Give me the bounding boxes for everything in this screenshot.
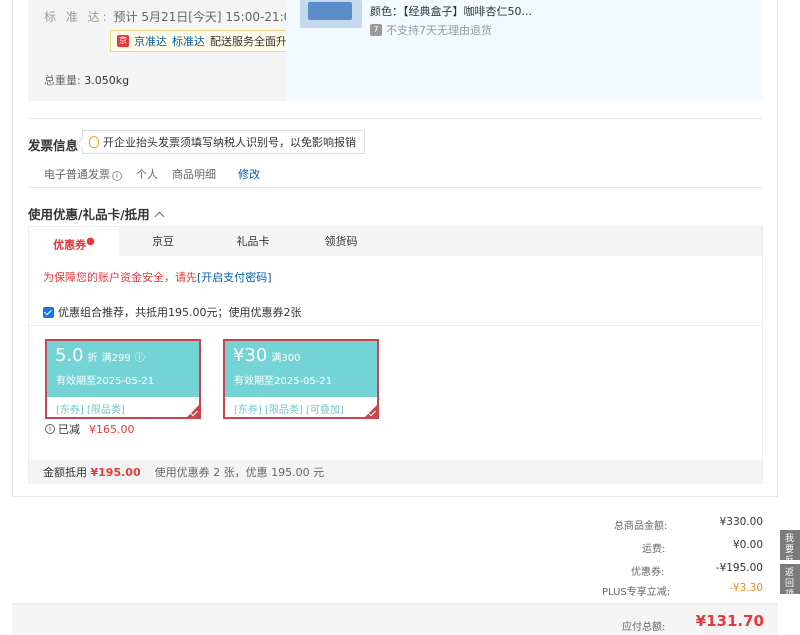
info-icon[interactable]: ⓘ <box>135 353 145 364</box>
coupon-card[interactable]: ¥30 满300 有效期至2025-05-21 [东券] [限品类] [可叠加] <box>223 339 379 419</box>
product-color: 颜色：【经典盒子】咖啡杏仁50... <box>370 5 532 18</box>
invoice-modify-link[interactable]: 修改 <box>238 166 260 182</box>
coupon-value: ¥30 <box>233 345 268 366</box>
combo-text: 优惠组合推荐，共抵用195.00元；使用优惠券2张 <box>58 306 302 319</box>
plus-discount-label: PLUS专享立减: <box>602 587 671 598</box>
tab-coupons-label: 优惠券 <box>53 238 87 252</box>
coupon-panel: 优惠券● 京豆 礼品卡 领货码 为保障您的账户资金安全，请先[开启支付密码] 优… <box>28 226 763 484</box>
feedback-button[interactable]: 我要反馈 <box>780 530 800 560</box>
payable-value: ¥131.70 <box>695 612 764 630</box>
enable-pay-password-link[interactable]: [开启支付密码] <box>197 271 272 284</box>
combo-checkbox[interactable] <box>43 306 54 318</box>
coupon-tabs: 优惠券● 京豆 礼品卡 领货码 <box>29 227 762 256</box>
coupon-amount: 5.0 折满299 ⓘ <box>55 345 145 366</box>
selected-check-icon <box>186 404 199 417</box>
payable-label: 应付总额: <box>622 622 666 633</box>
coupon-section-title: 使用优惠/礼品卡/抵用 <box>28 207 150 222</box>
weight-label: 总重量: <box>44 74 81 87</box>
badge-standard: 标准达 <box>172 35 205 48</box>
badge-brand: 京准达 <box>134 35 167 48</box>
coupon-unit: 折 <box>87 353 98 364</box>
invoice-content: 商品明细 <box>172 168 216 181</box>
security-warning: 为保障您的账户资金安全，请先[开启支付密码] <box>43 269 272 285</box>
red-dot-icon: ● <box>86 236 95 247</box>
coupon-expiry: 有效期至2025-05-21 <box>56 376 155 387</box>
discount-applied: i 已减 ¥165.00 <box>45 421 135 437</box>
coupon-condition: 满300 <box>271 353 301 364</box>
weight-value: 3.050kg <box>84 74 130 87</box>
info-icon[interactable]: i <box>112 171 122 181</box>
coupon-tags: [东券] [限品类] [可叠加] <box>234 405 344 416</box>
invoice-tip: 开企业抬头发票须填写纳税人识别号，以免影响报销 <box>82 130 365 154</box>
summary-label-text: 金额抵用 <box>43 466 87 479</box>
coupon-expiry: 有效期至2025-05-21 <box>234 376 333 387</box>
invoice-type-text: 电子普通发票 <box>44 168 110 181</box>
badge-text: 配送服务全面升级 <box>210 35 298 48</box>
coupon-face: 5.0 折满299 ⓘ 有效期至2025-05-21 <box>47 341 199 397</box>
coupon-card[interactable]: 5.0 折满299 ⓘ 有效期至2025-05-21 [东券] [限品类] <box>45 339 201 419</box>
info-icon[interactable]: i <box>45 424 55 434</box>
back-to-top-button[interactable]: 返回顶部 <box>780 564 800 594</box>
tab-redeem-code[interactable]: 领货码 <box>313 227 369 256</box>
warning-text: 为保障您的账户资金安全，请先 <box>43 271 197 284</box>
summary-label: 金额抵用 ¥195.00 <box>43 464 141 480</box>
coupon-summary: 金额抵用 ¥195.00 使用优惠券 2 张，优惠 195.00 元 <box>29 460 762 484</box>
jd-logo-icon: 京 <box>117 35 129 47</box>
no-return-icon: 7 <box>370 24 382 36</box>
divider <box>28 118 762 119</box>
goods-panel: 颜色：【经典盒子】咖啡杏仁50... 7 不支持7天无理由退货 <box>286 0 762 101</box>
divider <box>29 325 762 326</box>
plus-discount-value: -¥3.30 <box>729 582 763 594</box>
total-weight: 总重量: 3.050kg <box>44 72 129 88</box>
invoice-holder: 个人 <box>136 168 158 181</box>
coupon-total-label: 优惠券: <box>631 567 665 578</box>
tab-gift-card[interactable]: 礼品卡 <box>225 227 281 256</box>
delivery-panel: 标 准 达: 预计 5月21日[今天] 15:00-21:00 送达 修改 京 … <box>28 0 361 101</box>
coupon-amount: ¥30 满300 <box>233 345 300 366</box>
coupon-total-value: -¥195.00 <box>715 562 763 574</box>
tab-coupons[interactable]: 优惠券● <box>29 227 119 256</box>
used-label: 已减 <box>58 423 80 436</box>
delivery-label: 标 准 达: <box>44 10 110 24</box>
coupon-value: 5.0 <box>55 345 84 366</box>
used-value: ¥165.00 <box>89 422 135 436</box>
combo-recommend[interactable]: 优惠组合推荐，共抵用195.00元；使用优惠券2张 <box>43 304 302 320</box>
tab-jingdou[interactable]: 京豆 <box>135 227 191 256</box>
coupon-face: ¥30 满300 有效期至2025-05-21 <box>225 341 377 397</box>
invoice-title: 发票信息 <box>28 138 79 153</box>
invoice-type: 电子普通发票 i <box>44 166 122 182</box>
lightbulb-icon <box>89 136 99 148</box>
total-goods-label: 总商品金额: <box>614 521 668 532</box>
summary-value: ¥195.00 <box>90 466 141 479</box>
coupon-section-toggle[interactable]: 使用优惠/礼品卡/抵用 <box>28 204 165 223</box>
shipping-value: ¥0.00 <box>732 539 763 551</box>
coupon-condition: 满299 <box>101 353 131 364</box>
selected-check-icon <box>364 404 377 417</box>
chevron-up-icon <box>154 211 165 222</box>
delivery-upgrade-badge: 京 京准达 标准达 配送服务全面升级 <box>110 30 305 52</box>
divider <box>28 187 762 188</box>
product-thumbnail[interactable] <box>300 0 362 28</box>
invoice-tip-text: 开企业抬头发票须填写纳税人识别号，以免影响报销 <box>103 136 356 149</box>
summary-desc: 使用优惠券 2 张，优惠 195.00 元 <box>154 466 325 479</box>
no-return-note: 7 不支持7天无理由退货 <box>370 22 492 38</box>
coupon-tags: [东券] [限品类] <box>56 405 125 416</box>
total-goods-value: ¥330.00 <box>719 516 763 528</box>
shipping-label: 运费: <box>642 544 666 555</box>
no-return-text: 不支持7天无理由退货 <box>386 24 492 37</box>
invoice-details: 电子普通发票 i 个人 商品明细 修改 <box>44 166 260 182</box>
